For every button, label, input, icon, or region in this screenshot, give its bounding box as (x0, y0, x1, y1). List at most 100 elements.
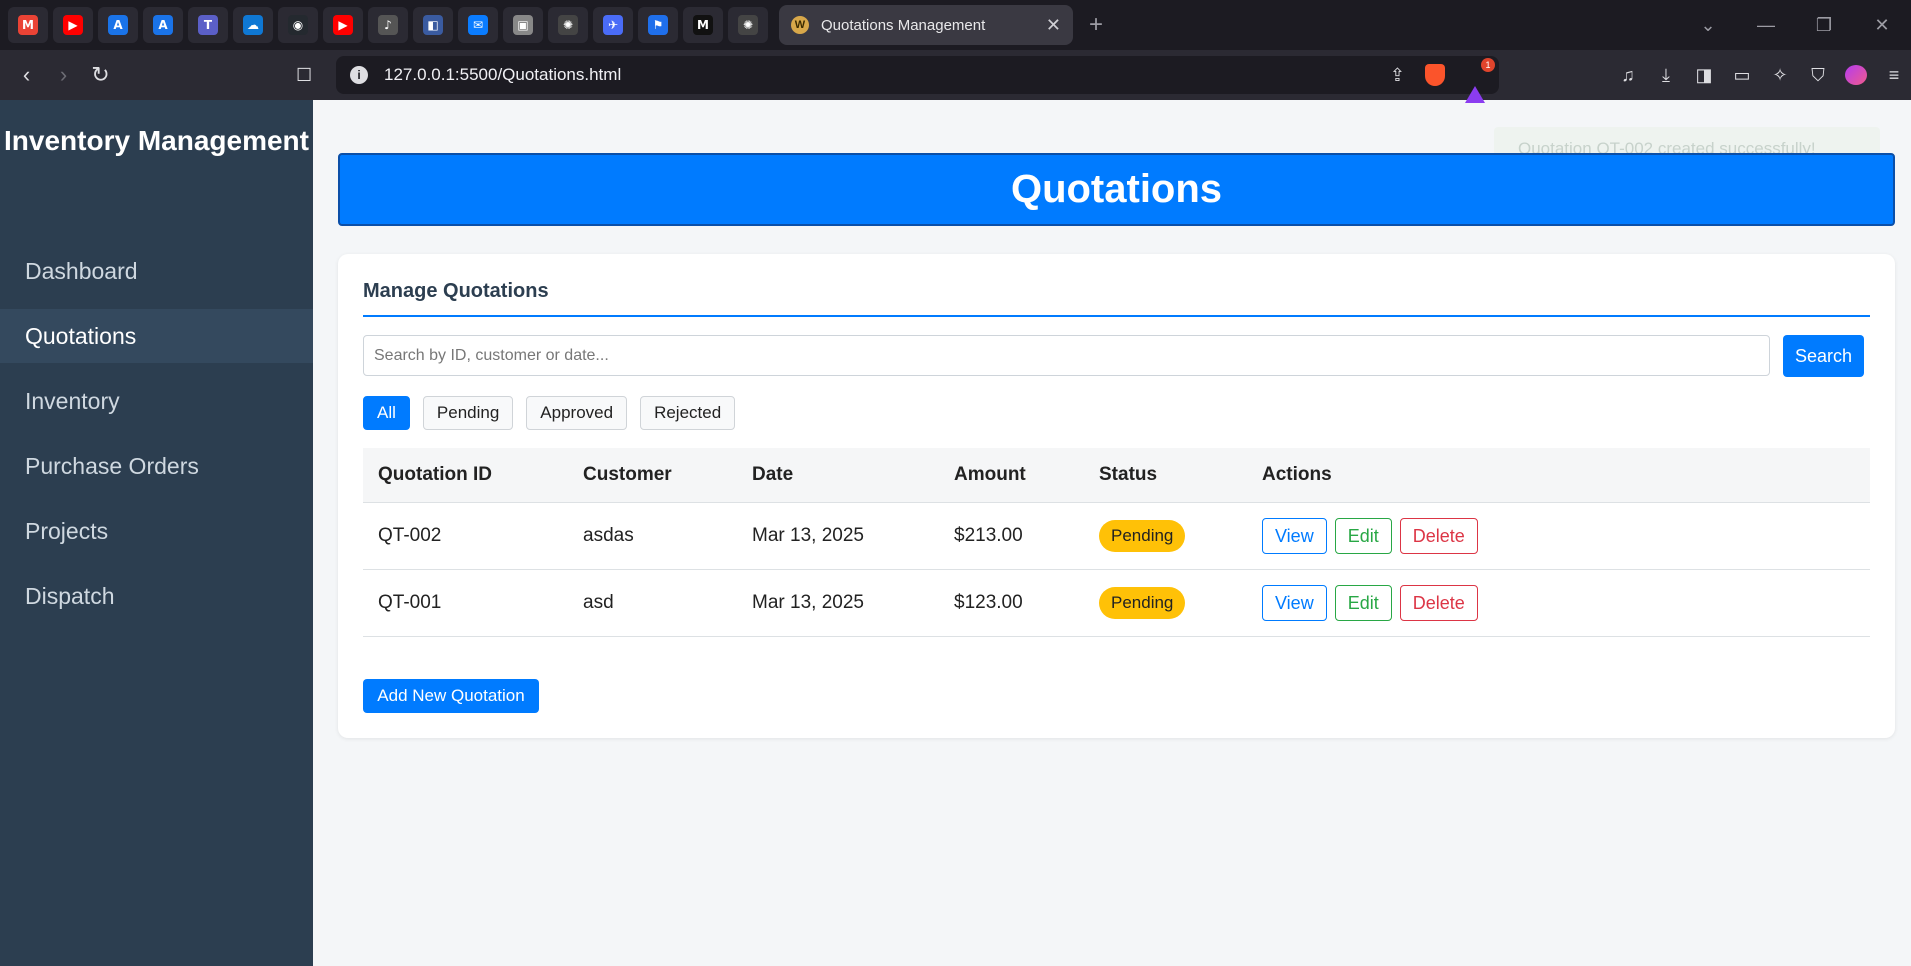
main-content: Quotation QT-002 created successfully! Q… (313, 100, 1911, 966)
address-bar[interactable]: i 127.0.0.1:5500/Quotations.html ⇪ 1 (336, 56, 1499, 103)
cell-status: Pending (1084, 501, 1247, 569)
cell-customer: asd (568, 568, 737, 637)
sidebar-item-dashboard[interactable]: Dashboard (0, 244, 313, 298)
onedrive-icon: ☁ (243, 15, 263, 35)
url-text[interactable]: 127.0.0.1:5500/Quotations.html (384, 65, 1390, 85)
filter-pending[interactable]: Pending (422, 396, 514, 430)
reload-icon[interactable]: ↻ (82, 62, 119, 88)
wallet-icon[interactable]: ▭ (1731, 65, 1753, 86)
cell-actions: View Edit Delete (1247, 501, 1870, 569)
pinned-tab[interactable]: ▶ (53, 7, 93, 43)
close-tab-icon[interactable]: ✕ (1046, 15, 1061, 36)
pinned-tabs: M ▶ A A T ☁ ◉ ▶ ♪ ◧ ✉ ▣ ✺ ✈ ⚑ M ✺ (0, 7, 773, 43)
pinned-tab[interactable]: T (188, 7, 228, 43)
flag-icon: ⚑ (648, 15, 668, 35)
new-tab-plus-icon[interactable]: + (1089, 11, 1103, 39)
status-badge: Pending (1099, 586, 1186, 619)
cell-date: Mar 13, 2025 (737, 501, 939, 569)
pinned-tab[interactable]: ◉ (278, 7, 318, 43)
delete-button[interactable]: Delete (1399, 517, 1478, 554)
medium-icon: M (693, 15, 713, 35)
bookmark-icon[interactable]: ☐ (296, 65, 312, 86)
table-row: QT-002 asdas Mar 13, 2025 $213.00 Pending Vie… (363, 501, 1870, 569)
pinned-tab[interactable]: ◧ (413, 7, 453, 43)
cell-status: Pending (1084, 568, 1247, 637)
search-input[interactable] (363, 335, 1770, 376)
card-title: Manage Quotations (363, 280, 549, 302)
sidebar-item-dispatch[interactable]: Dispatch (0, 569, 313, 623)
edit-button[interactable]: Edit (1334, 584, 1392, 621)
pinned-tab[interactable]: ✉ (458, 7, 498, 43)
gmail-icon: M (18, 15, 38, 35)
status-badge: Pending (1099, 519, 1186, 552)
share-icon[interactable]: ⇪ (1390, 65, 1405, 86)
chatgpt-icon: ✺ (738, 15, 758, 35)
cell-id: QT-002 (363, 501, 568, 569)
rewards-badge: 1 (1481, 58, 1495, 72)
browser-toolbar: ‹ › ↻ ☐ i 127.0.0.1:5500/Quotations.html… (0, 50, 1911, 103)
active-tab[interactable]: W Quotations Management ✕ (779, 5, 1073, 45)
pinned-tab[interactable]: ⚑ (638, 7, 678, 43)
filter-all[interactable]: All (363, 396, 410, 430)
forward-arrow-icon[interactable]: › (45, 62, 82, 88)
pinned-tab[interactable]: ✺ (728, 7, 768, 43)
sidebar-toggle-icon[interactable]: ◨ (1693, 65, 1715, 86)
sidebar-brand: Inventory Management (4, 125, 309, 156)
profile-avatar-icon[interactable] (1845, 65, 1867, 85)
filter-rejected[interactable]: Rejected (640, 396, 736, 430)
page-title: Quotations (338, 153, 1895, 226)
column-header: Amount (954, 463, 1026, 485)
table-row: QT-001 asd Mar 13, 2025 $123.00 Pending View E… (363, 568, 1870, 637)
leo-ai-icon[interactable]: ✧ (1769, 65, 1791, 86)
view-button[interactable]: View (1262, 517, 1327, 554)
search-button[interactable]: Search (1783, 335, 1864, 377)
pinned-tab[interactable]: M (683, 7, 723, 43)
cell-amount: $213.00 (939, 501, 1084, 569)
column-header: Date (752, 463, 794, 485)
pinned-tab[interactable]: ✺ (548, 7, 588, 43)
sidebar-item-quotations[interactable]: Quotations (0, 309, 313, 363)
audio-icon: ♪ (378, 15, 398, 35)
pinned-tab[interactable]: ☁ (233, 7, 273, 43)
pinned-tab[interactable]: ♪ (368, 7, 408, 43)
card-divider (363, 315, 1870, 317)
edit-button[interactable]: Edit (1334, 517, 1392, 554)
status-filters: All Pending Approved Rejected (363, 396, 736, 430)
table-header-row: Quotation ID Customer Date Amount Status Acti… (363, 448, 1870, 502)
pinned-tab[interactable]: ▣ (503, 7, 543, 43)
pinned-tab[interactable]: A (98, 7, 138, 43)
cell-customer: asdas (568, 501, 737, 569)
pinned-tab[interactable]: ▶ (323, 7, 363, 43)
sidebar-item-inventory[interactable]: Inventory (0, 374, 313, 428)
quotations-table: Quotation ID Customer Date Amount Status Acti… (363, 448, 1870, 637)
pinned-tab[interactable]: M (8, 7, 48, 43)
cell-actions: View Edit Delete (1247, 568, 1870, 637)
delete-button[interactable]: Delete (1399, 584, 1478, 621)
site-info-icon[interactable]: i (350, 66, 368, 84)
github-icon: ◉ (288, 15, 308, 35)
brave-shields-icon[interactable] (1425, 64, 1445, 86)
cell-id: QT-001 (363, 568, 568, 637)
sidebar-nav: Dashboard Quotations Inventory Purchase Ord… (0, 244, 313, 623)
vpn-shield-icon[interactable]: ⛉ (1807, 65, 1829, 86)
download-icon[interactable]: ⤓ (1655, 65, 1677, 86)
filter-approved[interactable]: Approved (526, 396, 628, 430)
pinned-tab[interactable]: ✈ (593, 7, 633, 43)
restore-icon[interactable]: ❐ (1795, 15, 1853, 36)
browser-extensions: ♫ ⤓ ◨ ▭ ✧ ⛉ ≡ (1617, 50, 1905, 100)
menu-hamburger-icon[interactable]: ≡ (1883, 65, 1905, 86)
back-arrow-icon[interactable]: ‹ (8, 62, 45, 88)
view-button[interactable]: View (1262, 584, 1327, 621)
cell-date: Mar 13, 2025 (737, 568, 939, 637)
close-window-icon[interactable]: ✕ (1853, 15, 1911, 36)
app-icon: ◧ (423, 15, 443, 35)
pinned-tab[interactable]: A (143, 7, 183, 43)
sidebar-item-projects[interactable]: Projects (0, 504, 313, 558)
sidebar-item-purchase-orders[interactable]: Purchase Orders (0, 439, 313, 493)
tab-list-chevron-down-icon[interactable]: ⌄ (1679, 15, 1737, 36)
minimize-icon[interactable]: — (1737, 15, 1795, 36)
media-icon[interactable]: ♫ (1617, 65, 1639, 86)
add-quotation-button[interactable]: Add New Quotation (363, 679, 539, 713)
brave-rewards-icon[interactable]: 1 (1465, 58, 1495, 103)
app-a-icon: A (108, 15, 128, 35)
